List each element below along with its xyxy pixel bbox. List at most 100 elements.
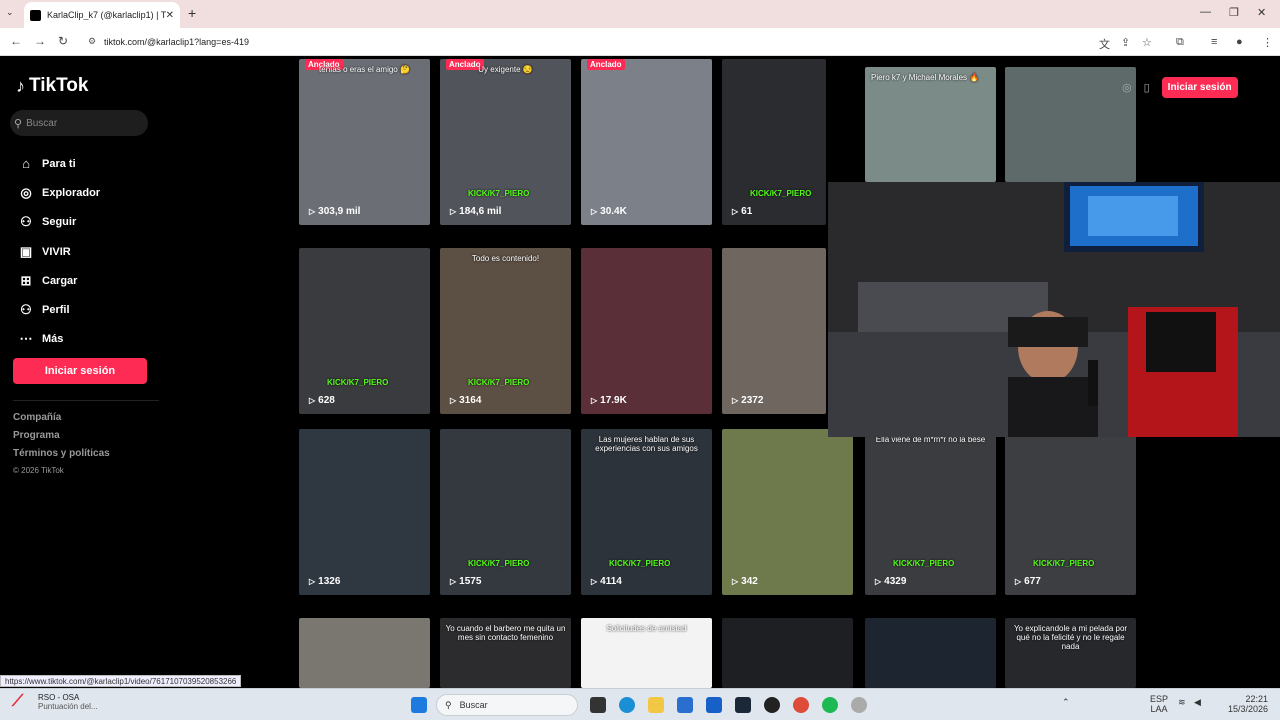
new-tab-icon[interactable]: +	[188, 5, 196, 21]
browser-tab[interactable]: KarlaClip_k7 (@karlaclip1) | TikT ✕	[24, 2, 180, 28]
chrome-icon[interactable]	[793, 697, 809, 713]
video-thumb[interactable]: ▷ 17.9K	[581, 248, 712, 414]
sidebar-item[interactable]: ⋯ Más	[16, 325, 100, 354]
kick-watermark: KICK/K7_PIERO	[468, 189, 530, 198]
footer-link-program[interactable]: Programa	[13, 430, 110, 448]
url-field[interactable]: ⚙ tiktok.com/@karlaclip1?lang=es-419	[84, 32, 1168, 52]
tab-search-icon[interactable]: ⌄	[6, 7, 14, 18]
sidebar-item[interactable]: ⚇ Perfil	[16, 295, 100, 324]
tray-chevron-icon[interactable]: ⌃	[1062, 697, 1070, 708]
compass-icon[interactable]: ◎	[1122, 81, 1132, 94]
footer-link-company[interactable]: Compañía	[13, 412, 110, 430]
extensions-icon[interactable]: ⧉	[1176, 36, 1184, 49]
video-thumb[interactable]	[865, 618, 996, 688]
video-thumb[interactable]: Anclado ▷ 30.4K	[581, 59, 712, 225]
taskbar-app-widget[interactable]: ⟋ RSO - OSA Puntuación del...	[12, 693, 98, 711]
sidebar-item[interactable]: ▣ VIVIR	[16, 237, 100, 266]
address-bar-row: ← → ↻ ⚙ tiktok.com/@karlaclip1?lang=es-4…	[0, 28, 1280, 56]
video-thumb[interactable]	[299, 618, 430, 688]
spotify-icon[interactable]	[822, 697, 838, 713]
play-icon: ▷	[450, 207, 457, 216]
play-icon: ▷	[732, 396, 739, 405]
start-menu-icon[interactable]	[411, 697, 427, 713]
view-count: ▷ 4114	[591, 576, 622, 587]
video-thumb[interactable]: KICK/K7_PIERO ▷ 1575	[440, 429, 571, 595]
view-count: ▷ 1575	[450, 576, 481, 587]
sidebar-item[interactable]: ⊞ Cargar	[16, 266, 100, 295]
pip-video-overlay[interactable]	[828, 182, 1280, 437]
video-thumb[interactable]: KICK/K7_PIERO ▷ 628	[299, 248, 430, 414]
sidebar-nav: ⌂ Para ti ◎ Explorador ⚇ Seguir ▣ VIVIR ⊞ Cargar ⚇…	[16, 149, 101, 354]
tiktok-logo[interactable]: ♪ TikTok	[16, 75, 88, 97]
play-icon: ▷	[732, 577, 739, 586]
search-icon: ⚲	[14, 117, 23, 130]
clock[interactable]: 22:21 15/3/2026	[1228, 694, 1268, 714]
video-thumb[interactable]: Anclado tenías o eras el amigo 🤔 ▷ 303,9 mi…	[299, 59, 430, 225]
edge-browser-icon[interactable]	[619, 697, 635, 713]
view-count-value: 3164	[459, 395, 482, 406]
footer-link-terms[interactable]: Términos y políticas	[13, 448, 110, 466]
video-thumb[interactable]	[722, 618, 853, 688]
video-thumb[interactable]: ▷ 1326	[299, 429, 430, 595]
volume-icon[interactable]: ◀	[1194, 697, 1201, 708]
play-icon: ▷	[875, 577, 882, 586]
file-explorer-icon[interactable]	[648, 697, 664, 713]
sidebar-item-label: Seguir	[42, 216, 77, 229]
play-icon: ▷	[591, 207, 598, 216]
video-thumb[interactable]: ▷ 2372	[722, 248, 826, 414]
video-thumb[interactable]: Yo cuando el barbero me quita un mes sin…	[440, 618, 571, 688]
video-caption: tenías o eras el amigo 🤔	[319, 65, 410, 74]
sidebar-item[interactable]: ◎ Explorador	[16, 178, 100, 207]
video-thumb[interactable]: KICK/K7_PIERO ▷ 677	[1005, 429, 1136, 595]
minimize-icon[interactable]: —	[1200, 6, 1211, 18]
video-caption: Yo explicandole a mi pelada por qué no l…	[1013, 624, 1128, 651]
video-thumb[interactable]: Anclado Uy exigente 😒 KICK/K7_PIERO ▷ 184,6 …	[440, 59, 571, 225]
kick-watermark: KICK/K7_PIERO	[468, 378, 530, 387]
video-thumb-extra[interactable]: Piero k7 y Michael Morales 🔥	[865, 67, 996, 182]
sidebar-item-label: Para ti	[42, 157, 76, 170]
task-view-icon[interactable]	[590, 697, 606, 713]
wifi-icon[interactable]: ≋	[1178, 697, 1186, 708]
kick-watermark: KICK/K7_PIERO	[327, 378, 389, 387]
maximize-icon[interactable]: ❐	[1229, 6, 1239, 19]
close-window-icon[interactable]: ✕	[1257, 6, 1266, 19]
device-icon[interactable]: ▯	[1144, 81, 1150, 94]
sidebar-item[interactable]: ⚇ Seguir	[16, 208, 100, 237]
video-thumb[interactable]: ▷ 342	[722, 429, 853, 595]
install-icon[interactable]: ⇪	[1121, 36, 1130, 49]
header-login-button[interactable]: Iniciar sesión	[1161, 77, 1238, 98]
video-thumb[interactable]: Todo es contenido! KICK/K7_PIERO ▷ 3164	[440, 248, 571, 414]
forward-icon[interactable]: →	[34, 34, 46, 48]
reading-list-icon[interactable]: ≡	[1211, 36, 1217, 48]
browser-menu-icon[interactable]: ⋮	[1262, 36, 1273, 49]
profile-avatar-icon[interactable]: ●	[1236, 36, 1243, 48]
bookmark-star-icon[interactable]: ☆	[1142, 36, 1152, 49]
view-count: ▷ 677	[1015, 576, 1041, 587]
steam-icon[interactable]	[735, 697, 751, 713]
site-info-icon[interactable]: ⚙	[88, 36, 96, 47]
taskbar-search[interactable]: ⚲ Buscar	[436, 694, 578, 716]
page-content: ♪ TikTok ⚲ Buscar ⌂ Para ti ◎ Explorador ⚇ Se…	[0, 57, 1280, 688]
video-thumb[interactable]: Las mujeres hablan de sus experiencias c…	[581, 429, 712, 595]
obs-icon[interactable]	[764, 697, 780, 713]
video-thumb[interactable]: KICK/K7_PIERO ▷ 61	[722, 59, 826, 225]
view-count-value: 1326	[318, 576, 341, 587]
login-button[interactable]: Iniciar sesión	[13, 358, 147, 384]
close-tab-icon[interactable]: ✕	[166, 10, 174, 21]
video-thumb[interactable]: Ella viene de m*m*r no la bese KICK/K7_PI…	[865, 429, 996, 595]
video-thumb-extra[interactable]	[1005, 67, 1136, 182]
language-indicator[interactable]: ESP LAA	[1150, 694, 1168, 714]
sidebar-item[interactable]: ⌂ Para ti	[16, 149, 100, 178]
reload-icon[interactable]: ↻	[58, 34, 68, 48]
search-placeholder: Buscar	[26, 117, 58, 129]
translate-icon[interactable]: 文	[1099, 36, 1110, 52]
app-icon[interactable]	[851, 697, 867, 713]
back-icon[interactable]: ←	[10, 34, 22, 48]
view-count: ▷ 3164	[450, 395, 481, 406]
store-icon[interactable]	[677, 697, 693, 713]
video-thumb[interactable]: Solicitudes de amistad	[581, 618, 712, 688]
kick-watermark: KICK/K7_PIERO	[750, 189, 812, 198]
outlook-icon[interactable]	[706, 697, 722, 713]
video-thumb[interactable]: Yo explicandole a mi pelada por qué no l…	[1005, 618, 1136, 688]
search-input[interactable]: ⚲ Buscar	[10, 110, 148, 136]
